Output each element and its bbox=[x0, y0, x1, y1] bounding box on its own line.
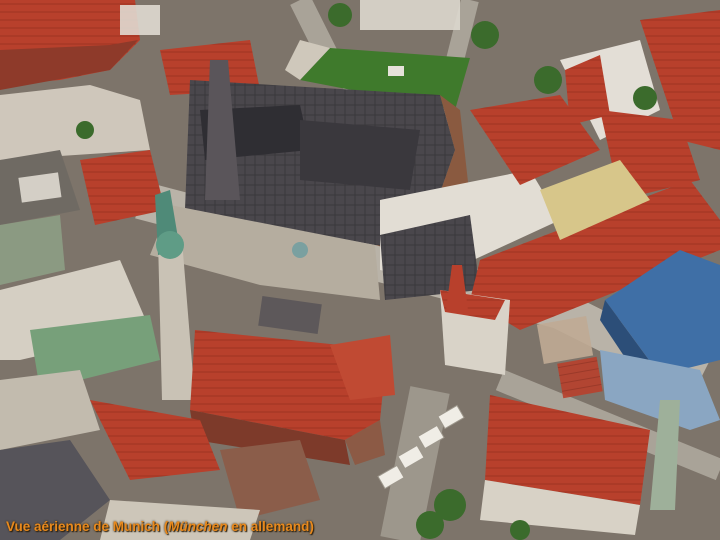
caption-prefix: Vue aérienne de Munich ( bbox=[6, 519, 169, 534]
caption-italic-term: München bbox=[168, 519, 228, 534]
photo-caption: Vue aérienne de Munich (München en allem… bbox=[6, 519, 314, 534]
caption-suffix: en allemand) bbox=[227, 519, 314, 534]
aerial-photo: Vue aérienne de Munich (München en allem… bbox=[0, 0, 720, 540]
